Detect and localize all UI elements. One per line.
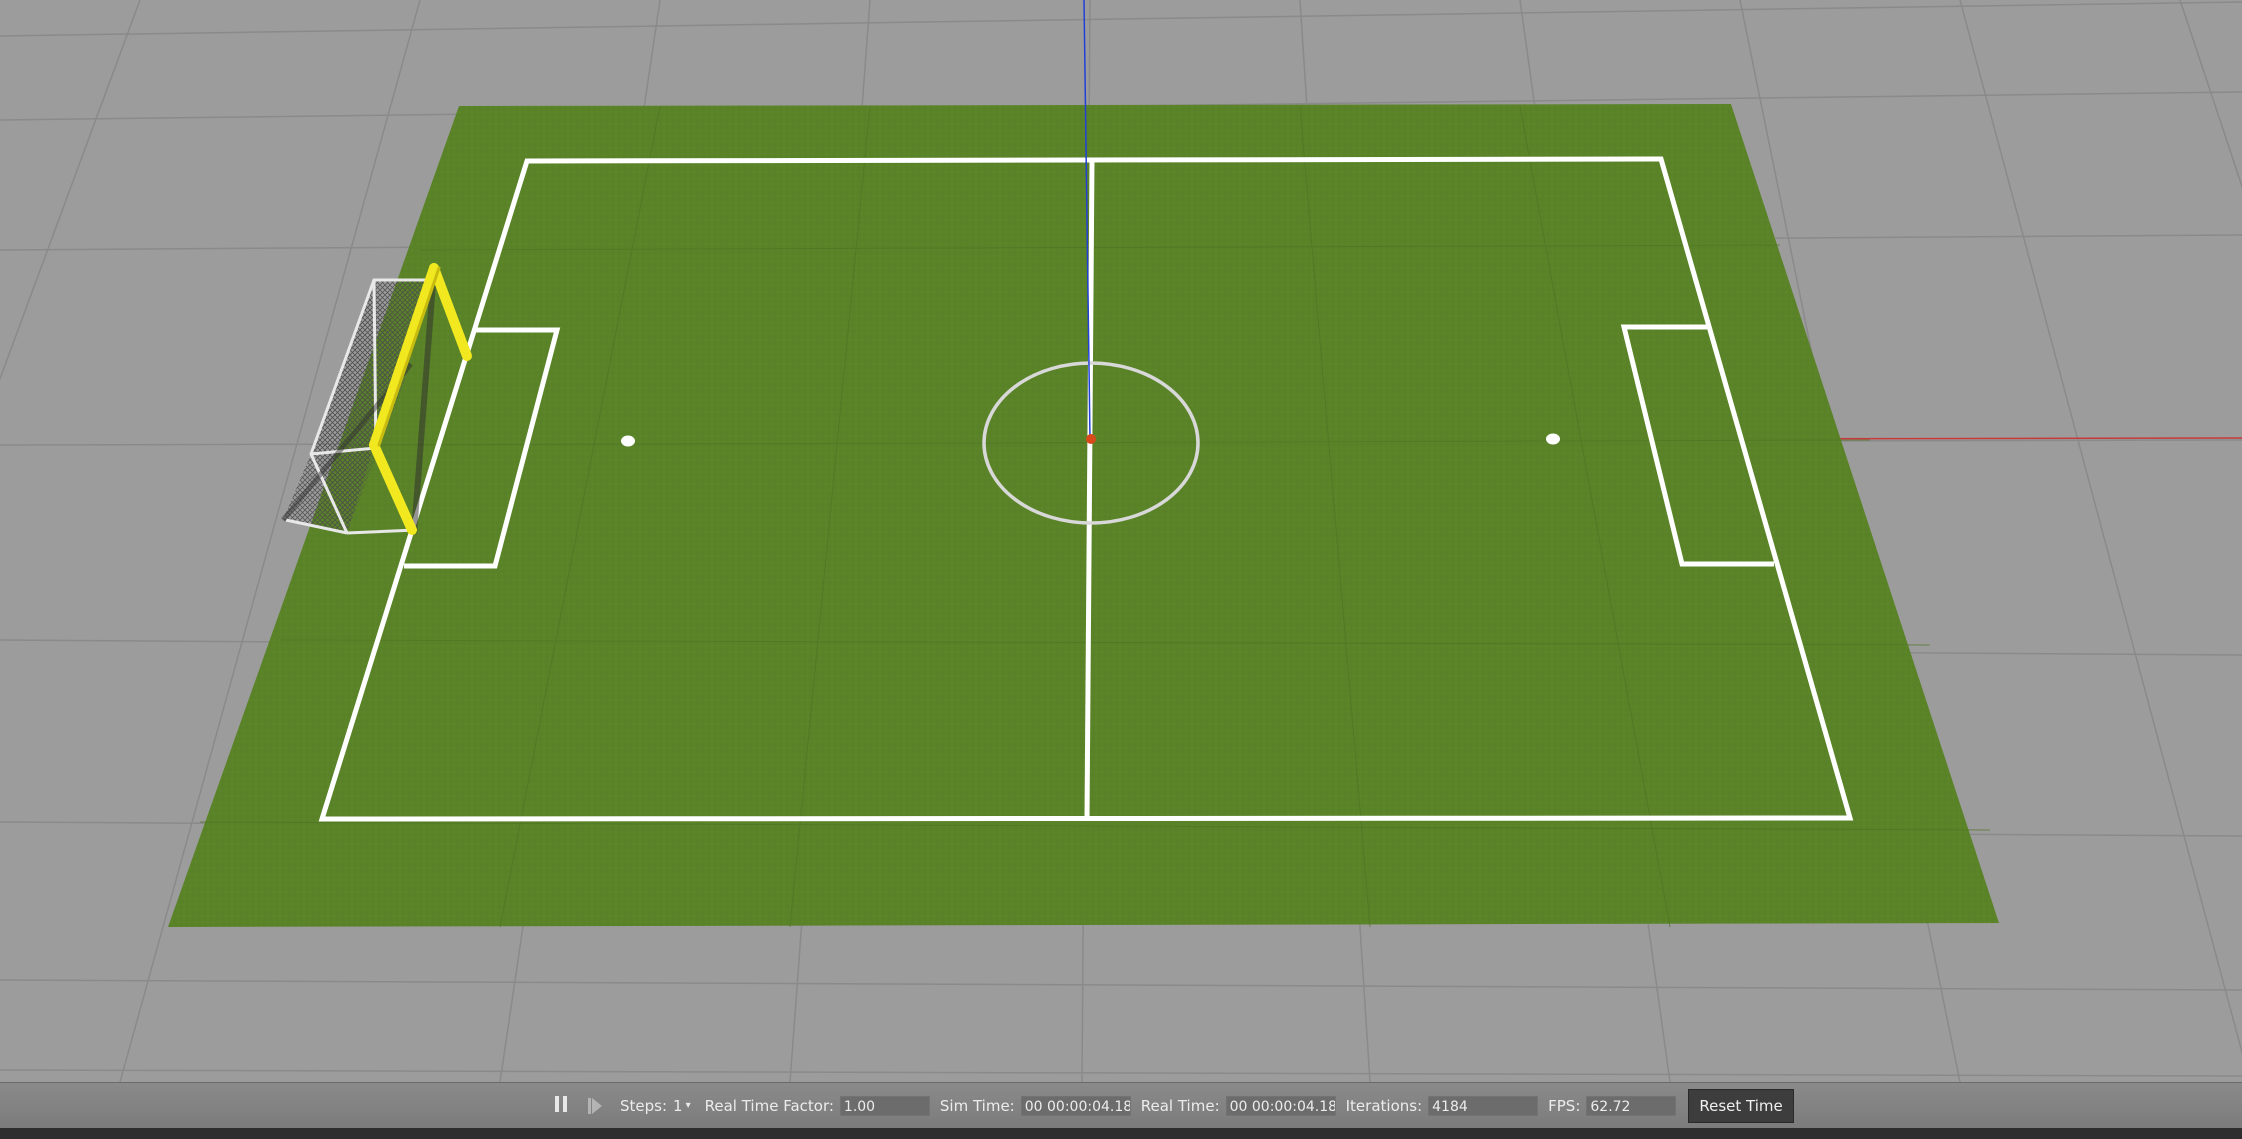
real-time-field[interactable]: 00 00:00:04.184 (1225, 1095, 1336, 1116)
reset-time-button[interactable]: Reset Time (1688, 1088, 1794, 1123)
right-penalty-spot (1546, 433, 1560, 445)
bottom-strip (0, 1128, 2242, 1139)
real-time-factor-field[interactable]: 1.00 (839, 1095, 930, 1116)
sim-time-field[interactable]: 00 00:00:04.184 (1020, 1095, 1131, 1116)
simulation-toolbar: Steps: 1 ▾ Real Time Factor: 1.00 Sim Ti… (0, 1082, 2242, 1128)
left-penalty-spot (621, 435, 635, 447)
fps-field[interactable]: 62.72 (1586, 1095, 1677, 1116)
pause-icon (553, 1095, 569, 1116)
origin-marker (1086, 434, 1096, 444)
real-time-factor-label: Real Time Factor: (704, 1096, 834, 1115)
sim-time-label: Sim Time: (939, 1096, 1015, 1115)
fps-label: FPS: (1548, 1096, 1581, 1115)
chevron-down-icon: ▾ (685, 1100, 691, 1111)
pause-button[interactable] (546, 1091, 576, 1121)
step-forward-icon (588, 1097, 602, 1114)
iterations-field[interactable]: 4184 (1428, 1095, 1539, 1116)
step-button[interactable] (580, 1091, 610, 1121)
steps-select[interactable]: 1 ▾ (673, 1097, 691, 1115)
grass-field (168, 104, 1999, 927)
steps-value: 1 (673, 1096, 683, 1115)
steps-label: Steps: (620, 1096, 668, 1115)
scene-render (0, 0, 2242, 1082)
3d-viewport[interactable] (0, 0, 2242, 1082)
real-time-label: Real Time: (1140, 1096, 1220, 1115)
iterations-label: Iterations: (1345, 1096, 1423, 1115)
